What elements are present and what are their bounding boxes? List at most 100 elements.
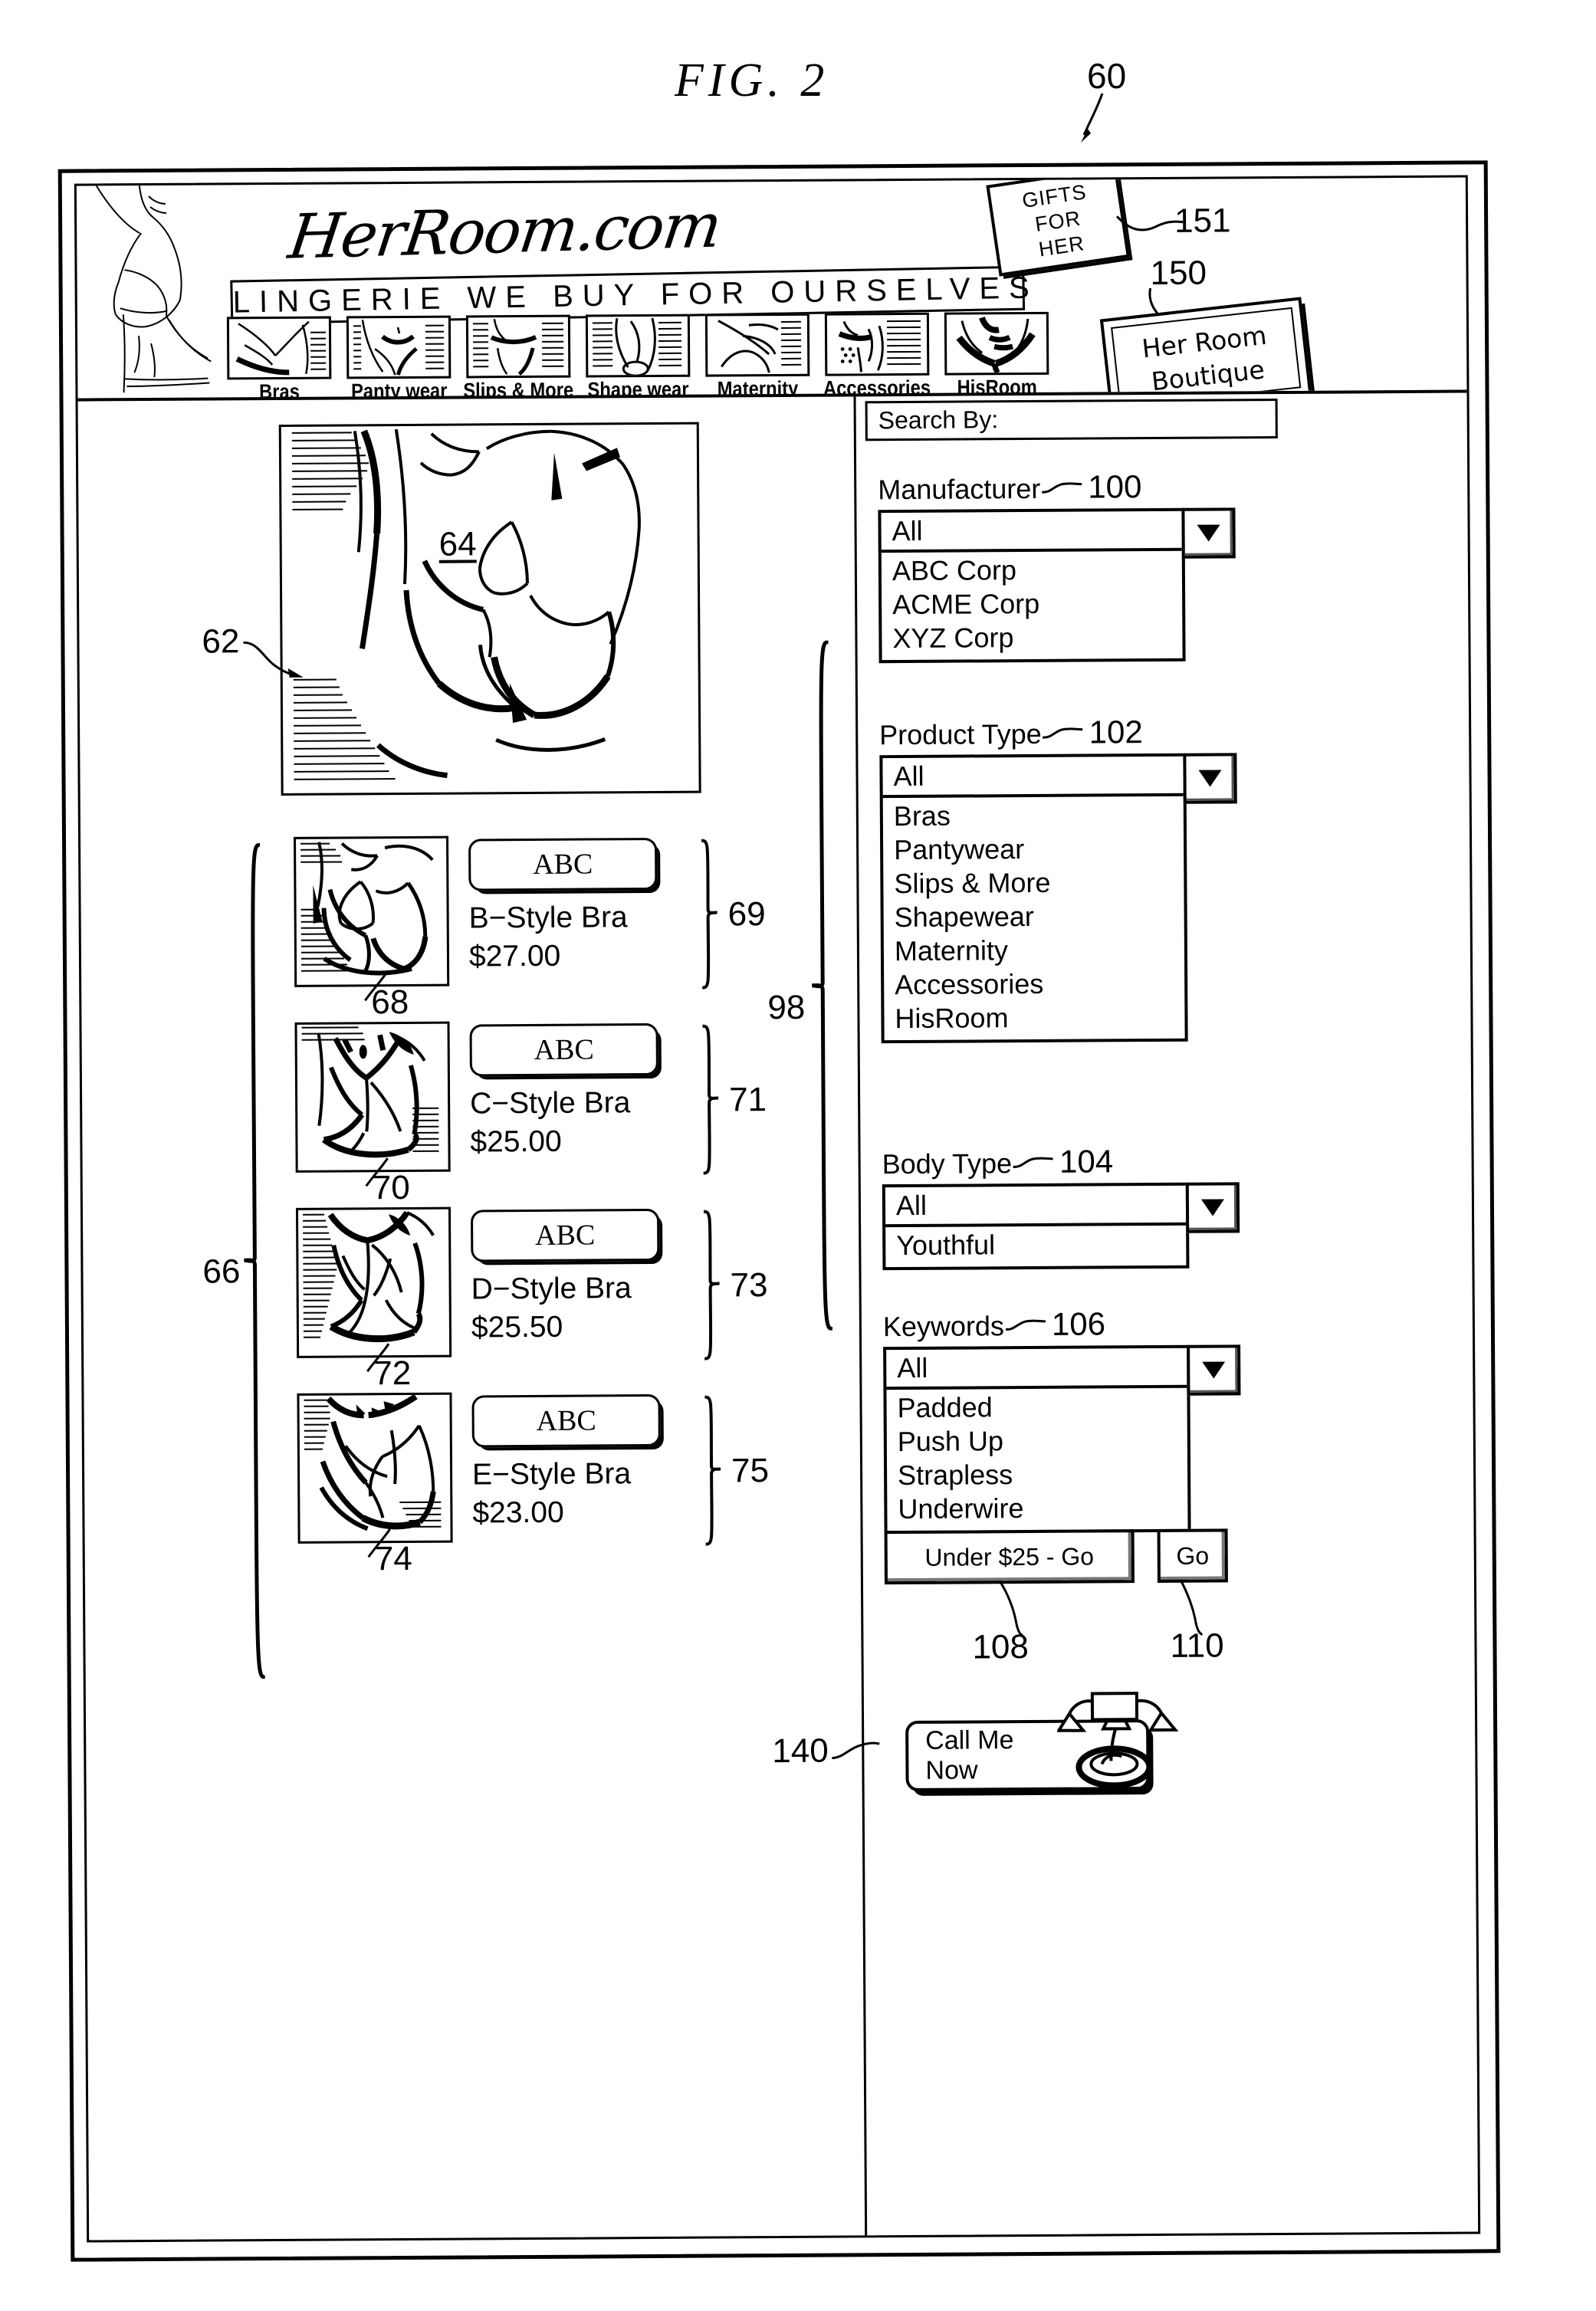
manufacturer-selected-value[interactable]: All — [881, 510, 1182, 553]
option-item[interactable]: Accessories — [895, 967, 1184, 1002]
reference-leader-100 — [1042, 482, 1082, 494]
option-item[interactable]: Pantywear — [894, 832, 1184, 867]
nav-label-bras: Bras — [258, 379, 300, 402]
product-name[interactable]: B−Style Bra — [469, 901, 684, 936]
product-row[interactable]: ABC D−Style Bra $25.50 73 72 — [295, 1205, 833, 1392]
keywords-select[interactable]: All Padded Push Up Strapless Underwire — [883, 1344, 1241, 1535]
manufacturer-label: Manufacturer — [878, 472, 1041, 506]
nav-item-accessories[interactable]: Accessories — [823, 312, 931, 401]
product-type-selected-value[interactable]: All — [882, 756, 1184, 799]
option-item[interactable]: Slips & More — [894, 865, 1184, 901]
option-item[interactable]: HisRoom — [895, 1000, 1184, 1036]
product-type-select[interactable]: All Bras Pantywear Slips & More Shapewea… — [879, 753, 1237, 1044]
option-item[interactable]: ABC Corp — [892, 553, 1182, 588]
option-item[interactable]: Push Up — [898, 1423, 1187, 1459]
nav-thumb-maternity-icon — [704, 313, 810, 377]
manufacturer-select-box[interactable]: All ABC Corp ACME Corp XYZ Corp — [878, 507, 1186, 664]
product-brand-badge[interactable]: ABC — [470, 1208, 660, 1262]
product-thumbnail[interactable] — [294, 835, 450, 987]
header-model-illustration — [95, 185, 212, 393]
manufacturer-select[interactable]: All ABC Corp ACME Corp XYZ Corp — [878, 507, 1236, 664]
option-item[interactable]: Shapewear — [895, 899, 1184, 934]
nav-thumb-hisroom-icon — [944, 311, 1049, 376]
gifts-for-her-card[interactable]: GIFTS FOR HER — [986, 177, 1130, 277]
product-brand-badge[interactable]: ABC — [469, 1023, 658, 1077]
chevron-down-icon[interactable] — [1187, 1344, 1241, 1396]
option-item[interactable]: Youthful — [896, 1227, 1186, 1262]
product-type-option-list[interactable]: Bras Pantywear Slips & More Shapewear Ma… — [883, 796, 1185, 1040]
body-type-label: Body Type — [882, 1147, 1013, 1180]
product-row-bracket — [703, 1210, 720, 1361]
under-25-go-button[interactable]: Under $25 - Go — [884, 1529, 1135, 1585]
product-row[interactable]: ABC E−Style Bra $23.00 75 74 — [297, 1390, 834, 1577]
nav-item-shape-wear[interactable]: Shape wear — [585, 313, 691, 402]
nav-item-bras[interactable]: Bras — [226, 316, 332, 402]
product-row-bracket — [701, 839, 718, 990]
chevron-down-icon[interactable] — [1185, 1182, 1240, 1233]
body-type-option-list[interactable]: Youthful — [885, 1226, 1186, 1267]
manufacturer-option-list[interactable]: ABC Corp ACME Corp XYZ Corp — [882, 551, 1183, 660]
option-item[interactable]: Bras — [894, 798, 1184, 833]
product-thumbnail[interactable] — [297, 1392, 453, 1544]
nav-thumb-slips-icon — [465, 314, 571, 379]
nav-thumb-bras-icon — [226, 316, 332, 380]
product-price: $25.00 — [470, 1124, 562, 1159]
nav-thumb-shape-wear-icon — [585, 313, 691, 378]
keywords-select-box[interactable]: All Padded Push Up Strapless Underwire — [883, 1344, 1191, 1535]
nav-item-slips-and-more[interactable]: Slips & More — [463, 314, 573, 402]
option-item[interactable]: Underwire — [898, 1491, 1187, 1526]
body-type-select[interactable]: All Youthful — [882, 1182, 1240, 1271]
chevron-down-icon[interactable] — [1183, 753, 1237, 804]
field-product-type: Product Type 102 All Bras Pantywear Slips… — [879, 713, 1242, 1044]
reference-numeral-71: 71 — [728, 1081, 767, 1119]
reference-numeral-75: 75 — [731, 1452, 770, 1490]
reference-numeral-74: 74 — [374, 1539, 412, 1578]
product-thumbnail[interactable] — [295, 1206, 452, 1358]
option-item[interactable]: Padded — [897, 1390, 1187, 1425]
field-label-row: Manufacturer 100 — [878, 468, 1238, 507]
product-name[interactable]: D−Style Bra — [471, 1272, 685, 1307]
product-info: ABC C−Style Bra $25.00 — [469, 1023, 685, 1160]
reference-numeral-102: 102 — [1089, 714, 1143, 750]
product-brand-badge[interactable]: ABC — [468, 837, 658, 891]
product-row[interactable]: ABC C−Style Bra $25.00 71 70 — [294, 1019, 832, 1206]
product-name[interactable]: E−Style Bra — [472, 1457, 687, 1492]
body-type-selected-value[interactable]: All — [885, 1185, 1187, 1228]
option-item[interactable]: XYZ Corp — [892, 620, 1182, 655]
browser-window-frame: HerRoom.com LINGERIE WE BUY FOR OURSELVE… — [57, 160, 1501, 2262]
nav-thumb-panty-wear-icon — [346, 315, 452, 379]
reference-numeral-151: 151 — [1174, 202, 1231, 240]
her-room-boutique-card[interactable]: Her Room Boutique — [1099, 297, 1312, 402]
figure-title: FIG. 2 — [675, 54, 829, 107]
reference-leader-60 — [1081, 93, 1104, 143]
product-type-select-box[interactable]: All Bras Pantywear Slips & More Shapewea… — [879, 753, 1188, 1044]
chevron-down-icon[interactable] — [1181, 507, 1236, 559]
keywords-option-list[interactable]: Padded Push Up Strapless Underwire — [886, 1388, 1187, 1531]
field-label-row: Body Type 104 — [882, 1142, 1242, 1181]
hero-product-image[interactable] — [278, 422, 701, 796]
product-brand-badge[interactable]: ABC — [471, 1393, 661, 1448]
nav-label-panty-wear: Panty wear — [350, 379, 448, 402]
nav-item-hisroom[interactable]: HisRoom — [944, 311, 1049, 400]
product-row-bracket — [704, 1395, 721, 1546]
keywords-label: Keywords — [882, 1310, 1005, 1343]
product-row[interactable]: ABC B−Style Bra $27.00 69 68 — [294, 834, 831, 1021]
product-name[interactable]: C−Style Bra — [470, 1086, 685, 1121]
field-body-type: Body Type 104 All Youthful — [882, 1142, 1243, 1271]
reference-leader-106 — [1005, 1319, 1046, 1331]
keywords-selected-value[interactable]: All — [886, 1348, 1187, 1390]
site-logo[interactable]: HerRoom.com — [284, 190, 724, 273]
nav-item-panty-wear[interactable]: Panty wear — [346, 315, 452, 402]
nav-item-maternity[interactable]: Maternity — [704, 313, 810, 402]
option-item[interactable]: ACME Corp — [892, 586, 1182, 622]
reference-numeral-62: 62 — [202, 622, 240, 661]
product-list-bracket — [244, 843, 265, 1679]
product-thumbnail[interactable] — [294, 1021, 451, 1173]
product-price: $27.00 — [468, 939, 561, 973]
nav-thumb-accessories-icon — [824, 312, 930, 376]
option-item[interactable]: Strapless — [898, 1457, 1187, 1492]
reference-numeral-140: 140 — [772, 1732, 829, 1771]
body-type-select-box[interactable]: All Youthful — [882, 1182, 1190, 1271]
go-button[interactable]: Go — [1157, 1528, 1228, 1583]
option-item[interactable]: Maternity — [895, 933, 1184, 968]
